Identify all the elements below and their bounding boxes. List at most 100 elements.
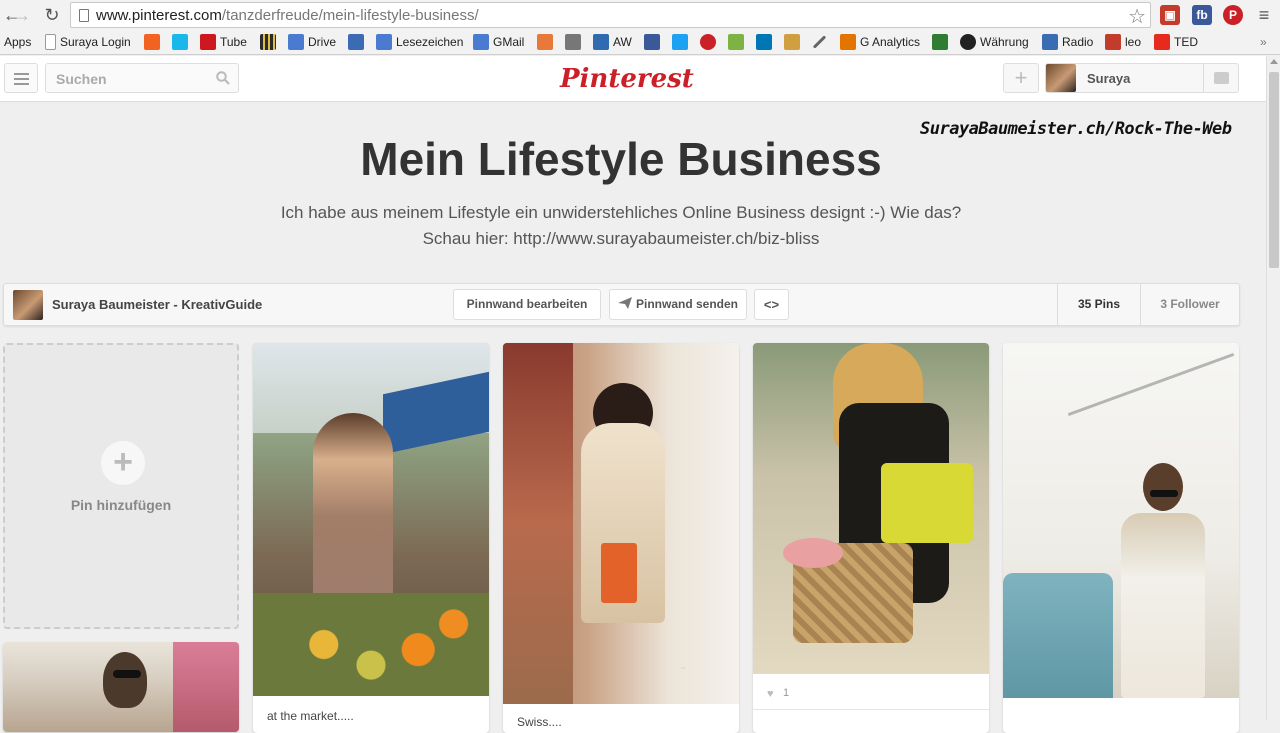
bookmarks-overflow-icon[interactable]: » — [1260, 34, 1267, 51]
pin-card[interactable]: ~ Swiss.... — [503, 343, 739, 733]
followers-count[interactable]: 3 Follower — [1140, 284, 1239, 325]
bookmark-radio[interactable]: Radio — [1042, 34, 1093, 51]
pin-card[interactable] — [1003, 343, 1239, 733]
bookmark-misc-2[interactable] — [784, 34, 804, 51]
currency-icon — [960, 34, 976, 50]
hamburger-icon — [14, 73, 29, 75]
chrome-menu-icon[interactable]: ≡ — [1254, 5, 1274, 25]
user-profile-button[interactable]: Suraya — [1045, 63, 1204, 93]
address-bar[interactable]: www.pinterest.com/tanzderfreude/mein-lif… — [70, 2, 1151, 28]
pin-image[interactable]: ~ — [503, 343, 739, 704]
chat-icon — [1214, 72, 1229, 84]
image-caption-shape: ~ — [680, 663, 686, 673]
bookmark-facebook[interactable] — [644, 34, 664, 51]
pin-image[interactable] — [3, 642, 239, 732]
send-board-button[interactable]: Pinnwand senden — [609, 289, 747, 320]
yellow-bag-shape — [881, 463, 973, 543]
pin-description: at the market..... — [267, 709, 354, 723]
url-text[interactable]: www.pinterest.com/tanzderfreude/mein-lif… — [96, 7, 479, 24]
dropbox-icon — [348, 34, 364, 50]
flowers-shape — [783, 538, 843, 568]
bookmark-linkedin[interactable] — [756, 34, 776, 51]
menu-button[interactable] — [4, 63, 38, 93]
search-icon[interactable] — [216, 71, 230, 85]
pinterest-logo[interactable]: Pinterest — [560, 62, 694, 96]
pin-card[interactable]: ♥ 1 — [753, 343, 989, 733]
bookmark-bitly[interactable] — [537, 34, 557, 51]
bookmark-xing[interactable] — [728, 34, 748, 51]
bookmark-youtube[interactable]: Tube — [200, 34, 247, 51]
add-button[interactable]: + — [1003, 63, 1039, 93]
forward-icon[interactable]: → — [12, 5, 32, 25]
google-icon — [473, 34, 489, 50]
pin-image[interactable] — [253, 343, 489, 696]
bookmark-lesezeichen[interactable]: Lesezeichen — [376, 34, 463, 51]
adwords-icon — [593, 34, 609, 50]
edit-board-button[interactable]: Pinnwand bearbeiten — [453, 289, 601, 320]
bookmark-library[interactable] — [260, 34, 280, 51]
ted-icon — [1154, 34, 1170, 50]
bookmark-ted[interactable]: TED — [1154, 34, 1198, 51]
radio-icon — [1042, 34, 1058, 50]
board-description-line: Ich habe aus meinem Lifestyle ein unwide… — [280, 203, 962, 222]
scroll-up-icon[interactable] — [1270, 59, 1278, 64]
pin-card[interactable]: at the market..... — [253, 343, 489, 733]
embed-button[interactable]: <> — [754, 289, 789, 320]
orange-bag-shape — [601, 543, 637, 603]
pin-image[interactable] — [753, 343, 989, 674]
search-input[interactable]: Suchen — [45, 63, 239, 93]
bookmark-gmail[interactable]: GMail — [473, 34, 524, 51]
bookmark-misc[interactable] — [565, 34, 585, 51]
pinterest-extension-icon[interactable]: P — [1223, 5, 1243, 25]
bookmark-soundcloud[interactable] — [144, 34, 164, 51]
bitly-icon — [537, 34, 553, 50]
leo-icon — [1105, 34, 1121, 50]
pin-card[interactable] — [3, 642, 239, 732]
sunglasses-shape — [1150, 490, 1178, 497]
pin-image[interactable] — [1003, 343, 1239, 698]
pins-count[interactable]: 35 Pins — [1057, 284, 1140, 325]
facebook-icon — [644, 34, 660, 50]
facebook-extension-icon[interactable]: fb — [1192, 5, 1212, 25]
owner-avatar[interactable] — [13, 290, 43, 320]
bookmark-star-icon[interactable]: ☆ — [1128, 4, 1146, 29]
page-icon — [79, 9, 89, 22]
board-info-bar: Suraya Baumeister - KreativGuide Pinnwan… — [3, 283, 1240, 326]
page-scrollbar[interactable] — [1266, 56, 1280, 720]
bookmark-suraya-login[interactable]: Suraya Login — [45, 34, 131, 51]
notifications-button[interactable] — [1203, 63, 1239, 93]
extension-icon[interactable]: ▣ — [1160, 5, 1180, 25]
heart-icon[interactable]: ♥ — [767, 688, 774, 700]
browser-toolbar: ← → ↻ www.pinterest.com/tanzderfreude/me… — [0, 0, 1280, 30]
bookmark-aw[interactable]: AW — [593, 34, 632, 51]
bookmark-g-analytics[interactable]: G Analytics — [840, 34, 920, 51]
like-count: 1 — [783, 687, 790, 699]
user-name: Suraya — [1087, 71, 1131, 86]
bookmark-icon — [784, 34, 800, 50]
youtube-icon — [200, 34, 216, 50]
bookmark-drive[interactable]: Drive — [288, 34, 336, 51]
bookmark-pinterest[interactable] — [700, 34, 720, 51]
plus-icon: + — [1014, 65, 1028, 90]
bookmark-dropbox[interactable] — [348, 34, 368, 51]
bookmark-apps[interactable]: Apps — [4, 34, 31, 51]
plus-icon: + — [101, 441, 145, 485]
board-description-link[interactable]: Schau hier: http://www.surayabaumeister.… — [0, 226, 1242, 252]
add-pin-tile[interactable]: + Pin hinzufügen — [3, 343, 239, 629]
pinterest-header: Suchen Pinterest + Suraya — [0, 56, 1266, 102]
bookmark-pen[interactable] — [812, 34, 827, 51]
portrait-shape — [103, 652, 147, 708]
flowers-shape — [173, 642, 239, 732]
bookmark-evernote[interactable] — [932, 34, 952, 51]
bookmark-vimeo[interactable] — [172, 34, 192, 51]
board-owner-name[interactable]: Suraya Baumeister - KreativGuide — [52, 297, 262, 312]
evernote-icon — [932, 34, 948, 50]
bookmark-waehrung[interactable]: Währung — [960, 34, 1029, 51]
bookmark-twitter[interactable] — [672, 34, 692, 51]
bookmarks-bar: Apps Suraya Login Tube Drive Lesezeichen… — [0, 30, 1280, 55]
scrollbar-thumb[interactable] — [1269, 72, 1279, 268]
reload-icon[interactable]: ↻ — [42, 5, 62, 25]
divider — [753, 709, 989, 710]
soundcloud-icon — [144, 34, 160, 50]
bookmark-leo[interactable]: leo — [1105, 34, 1141, 51]
